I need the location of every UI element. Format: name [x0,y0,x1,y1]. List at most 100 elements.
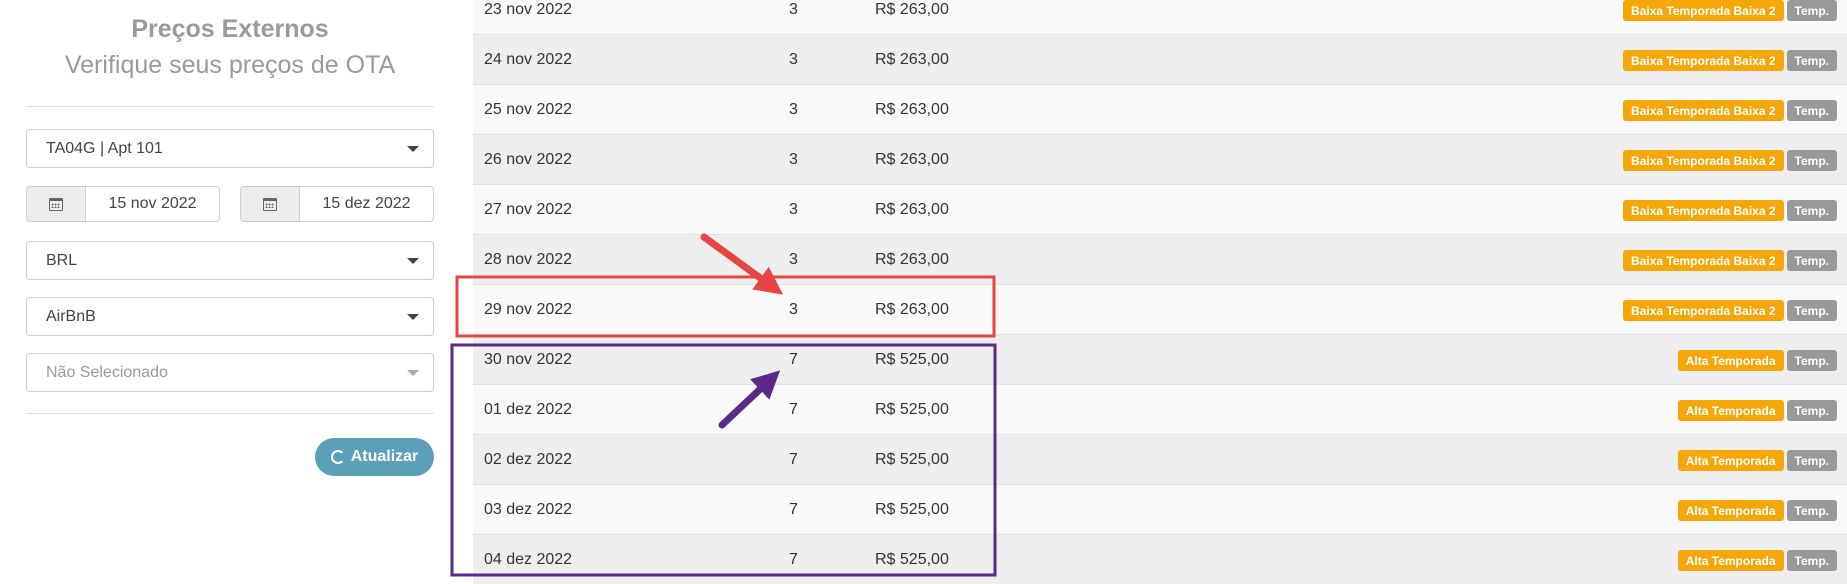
temp-badge: Temp. [1786,50,1837,71]
channel-select-value: AirBnB [46,307,96,325]
season-badge: Alta Temporada [1677,400,1784,421]
end-date-calendar-button[interactable] [241,187,300,221]
property-select[interactable]: TA04G | Apt 101 [26,129,434,168]
row-price: R$ 263,00 [875,151,949,168]
currency-select[interactable]: BRL [26,241,434,280]
season-badge: Alta Temporada [1677,350,1784,371]
row-date: 28 nov 2022 [484,251,573,268]
row-badges: Alta Temporada Temp. [1677,400,1837,421]
row-badges: Baixa Temporada Baixa 2 Temp. [1623,250,1837,271]
temp-badge: Temp. [1786,150,1837,171]
temp-badge: Temp. [1786,200,1837,221]
extra-select[interactable]: Não Selecionado [26,353,434,392]
refresh-icon [330,450,345,464]
end-date-picker[interactable]: 15 dez 2022 [240,186,434,222]
row-price: R$ 263,00 [875,301,949,318]
row-price: R$ 525,00 [875,451,949,468]
start-date-calendar-button[interactable] [27,187,86,221]
row-badges: Baixa Temporada Baixa 2 Temp. [1623,100,1837,121]
temp-badge: Temp. [1786,300,1837,321]
row-badges: Alta Temporada Temp. [1677,500,1837,521]
row-price: R$ 263,00 [875,1,949,18]
row-nights: 7 [789,551,798,568]
row-date: 30 nov 2022 [484,351,573,368]
season-badge: Alta Temporada [1677,550,1784,571]
chevron-down-icon [407,258,419,264]
row-nights: 3 [789,151,798,168]
temp-badge: Temp. [1786,0,1837,21]
row-badges: Alta Temporada Temp. [1677,350,1837,371]
season-badge: Alta Temporada [1677,500,1784,521]
table-row: 04 dez 2022 7 R$ 525,00 Alta Temporada Temp. [473,534,1847,584]
chevron-down-icon [407,314,419,320]
row-price: R$ 525,00 [875,551,949,568]
table-row: 24 nov 2022 3 R$ 263,00 Baixa Temporada Bai… [473,34,1847,84]
row-date: 02 dez 2022 [484,451,573,468]
temp-badge: Temp. [1786,100,1837,121]
season-badge: Baixa Temporada Baixa 2 [1623,250,1784,271]
chevron-down-icon [407,370,419,376]
row-date: 01 dez 2022 [484,401,573,418]
row-nights: 3 [789,301,798,318]
table-row: 26 nov 2022 3 R$ 263,00 Baixa Temporada Bai… [473,134,1847,184]
row-badges: Alta Temporada Temp. [1677,450,1837,471]
start-date-input[interactable]: 15 nov 2022 [86,187,219,221]
currency-select-value: BRL [46,251,78,269]
season-badge: Baixa Temporada Baixa 2 [1623,0,1784,21]
end-date-input[interactable]: 15 dez 2022 [300,187,433,221]
row-nights: 7 [789,351,798,368]
divider [26,106,434,107]
table-row: 01 dez 2022 7 R$ 525,00 Alta Temporada Temp. [473,384,1847,434]
start-date-picker[interactable]: 15 nov 2022 [26,186,220,222]
row-price: R$ 525,00 [875,351,949,368]
row-nights: 7 [789,501,798,518]
row-nights: 3 [789,201,798,218]
divider [26,413,434,414]
table-row: 03 dez 2022 7 R$ 525,00 Alta Temporada Temp. [473,484,1847,534]
row-price: R$ 525,00 [875,401,949,418]
row-nights: 3 [789,51,798,68]
temp-badge: Temp. [1786,400,1837,421]
row-nights: 7 [789,401,798,418]
temp-badge: Temp. [1786,350,1837,371]
row-date: 03 dez 2022 [484,501,573,518]
season-badge: Alta Temporada [1677,450,1784,471]
row-nights: 7 [789,451,798,468]
row-badges: Baixa Temporada Baixa 2 Temp. [1623,0,1837,21]
update-button[interactable]: Atualizar [315,438,434,476]
filter-panel: Preços Externos Verifique seus preços de… [0,0,460,580]
row-badges: Baixa Temporada Baixa 2 Temp. [1623,50,1837,71]
row-date: 26 nov 2022 [484,151,573,168]
row-price: R$ 263,00 [875,101,949,118]
row-date: 23 nov 2022 [484,1,573,18]
row-date: 24 nov 2022 [484,51,573,68]
season-badge: Baixa Temporada Baixa 2 [1623,100,1784,121]
extra-select-placeholder: Não Selecionado [46,363,168,381]
table-row: 25 nov 2022 3 R$ 263,00 Baixa Temporada Bai… [473,84,1847,134]
season-badge: Baixa Temporada Baixa 2 [1623,200,1784,221]
temp-badge: Temp. [1786,500,1837,521]
table-row: 29 nov 2022 3 R$ 263,00 Baixa Temporada Bai… [473,284,1847,334]
row-badges: Alta Temporada Temp. [1677,550,1837,571]
season-badge: Baixa Temporada Baixa 2 [1623,300,1784,321]
table-row: 28 nov 2022 3 R$ 263,00 Baixa Temporada Bai… [473,234,1847,284]
row-price: R$ 263,00 [875,251,949,268]
row-price: R$ 263,00 [875,201,949,218]
calendar-icon [49,197,63,211]
row-date: 27 nov 2022 [484,201,573,218]
season-badge: Baixa Temporada Baixa 2 [1623,50,1784,71]
chevron-down-icon [407,146,419,152]
temp-badge: Temp. [1786,450,1837,471]
table-row: 02 dez 2022 7 R$ 525,00 Alta Temporada Temp. [473,434,1847,484]
calendar-icon [263,197,277,211]
table-row: 30 nov 2022 7 R$ 525,00 Alta Temporada Temp. [473,334,1847,384]
season-badge: Baixa Temporada Baixa 2 [1623,150,1784,171]
page-subtitle: Verifique seus preços de OTA [64,51,396,79]
channel-select[interactable]: AirBnB [26,297,434,336]
row-date: 29 nov 2022 [484,301,573,318]
row-badges: Baixa Temporada Baixa 2 Temp. [1623,300,1837,321]
table-row: 27 nov 2022 3 R$ 263,00 Baixa Temporada Bai… [473,184,1847,234]
table-row: 23 nov 2022 3 R$ 263,00 Baixa Temporada Bai… [473,0,1847,34]
property-select-value: TA04G | Apt 101 [46,139,163,157]
row-nights: 3 [789,1,798,18]
